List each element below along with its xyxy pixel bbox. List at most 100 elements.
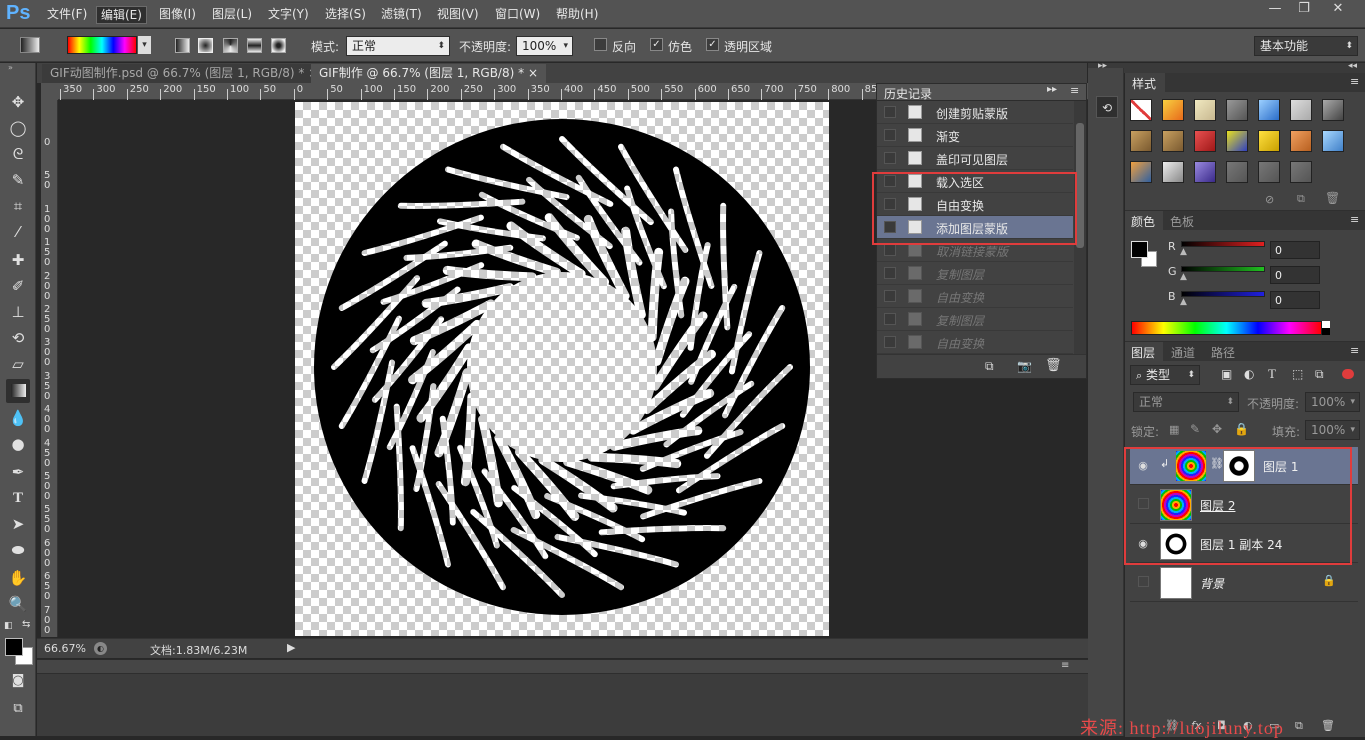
history-title[interactable]: 历史记录	[884, 85, 932, 102]
expand-dock-icon[interactable]: ◂◂	[1348, 61, 1357, 71]
black-sample[interactable]	[1322, 328, 1330, 335]
style-swatch[interactable]	[1322, 130, 1344, 152]
blend-mode-select[interactable]: 正常 ⬍	[1133, 392, 1239, 412]
trash-icon[interactable]: 🗑	[1321, 719, 1335, 732]
layer-opacity-input[interactable]: 100% ▾	[1305, 392, 1360, 412]
menu-filter[interactable]: 滤镜(T)	[377, 6, 426, 24]
gradient-tool-icon[interactable]	[6, 379, 30, 403]
history-snapshot-checkbox[interactable]	[884, 336, 896, 348]
eraser-tool-icon[interactable]: ▱	[6, 352, 30, 376]
style-swatch[interactable]	[1162, 99, 1184, 121]
history-snapshot-checkbox[interactable]	[884, 244, 896, 256]
menu-file[interactable]: 文件(F)	[43, 6, 91, 24]
style-swatch[interactable]	[1258, 99, 1280, 121]
layer-name[interactable]: 背景	[1200, 575, 1224, 592]
style-swatch[interactable]	[1290, 130, 1312, 152]
fill-input[interactable]: 100% ▾	[1305, 420, 1360, 440]
marquee-tool-icon[interactable]: ◯	[6, 116, 30, 140]
panel-grip-icon[interactable]: »	[8, 64, 28, 72]
channel-value-input[interactable]: 0	[1270, 241, 1320, 259]
history-snapshot-checkbox[interactable]	[884, 152, 896, 164]
filter-smart-object-icon[interactable]: ⧉	[1315, 367, 1324, 382]
layers-tab[interactable]: 图层	[1125, 342, 1163, 361]
history-item[interactable]: 渐变	[877, 124, 1073, 147]
diamond-gradient-icon[interactable]	[271, 38, 286, 53]
default-colors-icon[interactable]: ◧	[4, 621, 14, 631]
dodge-tool-icon[interactable]: ●	[6, 432, 30, 456]
white-sample[interactable]	[1322, 321, 1330, 328]
panel-menu-icon[interactable]: ≡	[1350, 75, 1359, 88]
style-swatch[interactable]	[1130, 130, 1152, 152]
doc-tab-gif[interactable]: GIF制作 @ 66.7% (图层 1, RGB/8) * ×	[311, 64, 546, 83]
minimize-button[interactable]: —	[1262, 1, 1288, 19]
slider-handle-icon[interactable]: ▲	[1180, 272, 1187, 282]
history-snapshot-checkbox[interactable]	[884, 106, 896, 118]
panel-menu-icon[interactable]: ≡	[1070, 84, 1079, 97]
status-menu-arrow-icon[interactable]: ▶	[287, 641, 295, 654]
style-swatch[interactable]	[1194, 161, 1216, 183]
reverse-checkbox[interactable]	[594, 38, 607, 51]
filter-adjustment-icon[interactable]: ◐	[1244, 367, 1254, 381]
history-item[interactable]: 自由变换	[877, 331, 1073, 354]
close-icon[interactable]: ×	[528, 66, 538, 80]
healing-brush-tool-icon[interactable]: ✚	[6, 248, 30, 272]
history-item[interactable]: 盖印可见图层	[877, 147, 1073, 170]
workspace-select[interactable]: 基本功能 ⬍	[1254, 36, 1358, 56]
layer-thumbnail[interactable]	[1160, 567, 1192, 599]
collapse-panel-icon[interactable]: ▸▸	[1047, 84, 1057, 95]
style-swatch[interactable]	[1194, 130, 1216, 152]
style-swatch[interactable]	[1226, 161, 1248, 183]
filter-shape-icon[interactable]: ⬚	[1292, 367, 1303, 381]
menu-layer[interactable]: 图层(L)	[208, 6, 256, 24]
move-tool-icon[interactable]: ✥	[6, 90, 30, 114]
gradient-tool-icon[interactable]	[20, 37, 40, 53]
linear-gradient-icon[interactable]	[175, 38, 190, 53]
style-swatch[interactable]	[1130, 161, 1152, 183]
style-swatch[interactable]	[1290, 161, 1312, 183]
opacity-input[interactable]: 100% ▾	[516, 36, 573, 56]
lock-all-icon[interactable]: 🔒	[1234, 422, 1249, 436]
filter-type-icon[interactable]: T	[1268, 366, 1276, 382]
foreground-color-swatch[interactable]	[5, 638, 23, 656]
lasso-tool-icon[interactable]: ᘓ	[6, 142, 30, 166]
swatches-tab[interactable]: 色板	[1170, 213, 1194, 230]
history-item[interactable]: 自由变换	[877, 285, 1073, 308]
menu-edit[interactable]: 编辑(E)	[96, 6, 147, 24]
menu-select[interactable]: 选择(S)	[321, 6, 370, 24]
layer-filter-select[interactable]: ⌕ 类型 ⬍	[1130, 365, 1200, 385]
status-info-icon[interactable]: ◐	[94, 642, 107, 655]
dither-checkbox[interactable]: ✓	[650, 38, 663, 51]
new-document-from-state-icon[interactable]: ⧉	[985, 359, 994, 374]
filter-toggle[interactable]	[1342, 369, 1354, 379]
panel-menu-icon[interactable]: ≡	[1061, 660, 1069, 671]
blur-tool-icon[interactable]: 💧	[6, 406, 30, 430]
ellipse-tool-icon[interactable]: ⬬	[6, 538, 30, 562]
doc-tab-gif-psd[interactable]: GIF动图制作.psd @ 66.7% (图层 1, RGB/8) * ×	[42, 64, 327, 83]
visibility-off-icon[interactable]	[1136, 576, 1150, 590]
history-item[interactable]: 复制图层	[877, 308, 1073, 331]
zoom-level[interactable]: 66.67%	[44, 642, 86, 655]
style-swatch[interactable]	[1322, 99, 1344, 121]
panel-menu-icon[interactable]: ≡	[1350, 344, 1359, 357]
reflected-gradient-icon[interactable]	[247, 38, 262, 53]
channel-slider[interactable]	[1181, 291, 1265, 297]
zoom-tool-icon[interactable]: 🔍	[6, 592, 30, 616]
trash-icon[interactable]: 🗑	[1325, 191, 1340, 205]
eyedropper-tool-icon[interactable]: ⁄	[6, 220, 30, 244]
style-swatch[interactable]	[1162, 161, 1184, 183]
style-swatch[interactable]	[1162, 130, 1184, 152]
quick-select-tool-icon[interactable]: ✎	[6, 168, 30, 192]
style-swatch[interactable]	[1130, 99, 1152, 121]
history-snapshot-checkbox[interactable]	[884, 290, 896, 302]
channel-slider[interactable]	[1181, 266, 1265, 272]
styles-tab[interactable]: 样式	[1125, 73, 1165, 92]
style-swatch[interactable]	[1226, 130, 1248, 152]
style-swatch[interactable]	[1258, 161, 1280, 183]
scroll-thumb[interactable]	[1076, 123, 1084, 248]
lock-pixels-icon[interactable]: ✎	[1190, 422, 1200, 436]
history-snapshot-checkbox[interactable]	[884, 267, 896, 279]
gradient-dropdown-icon[interactable]: ▾	[138, 36, 151, 54]
snapshot-camera-icon[interactable]: 📷	[1017, 359, 1032, 373]
channels-tab[interactable]: 通道	[1171, 344, 1195, 361]
crop-tool-icon[interactable]: ⌗	[6, 194, 30, 218]
